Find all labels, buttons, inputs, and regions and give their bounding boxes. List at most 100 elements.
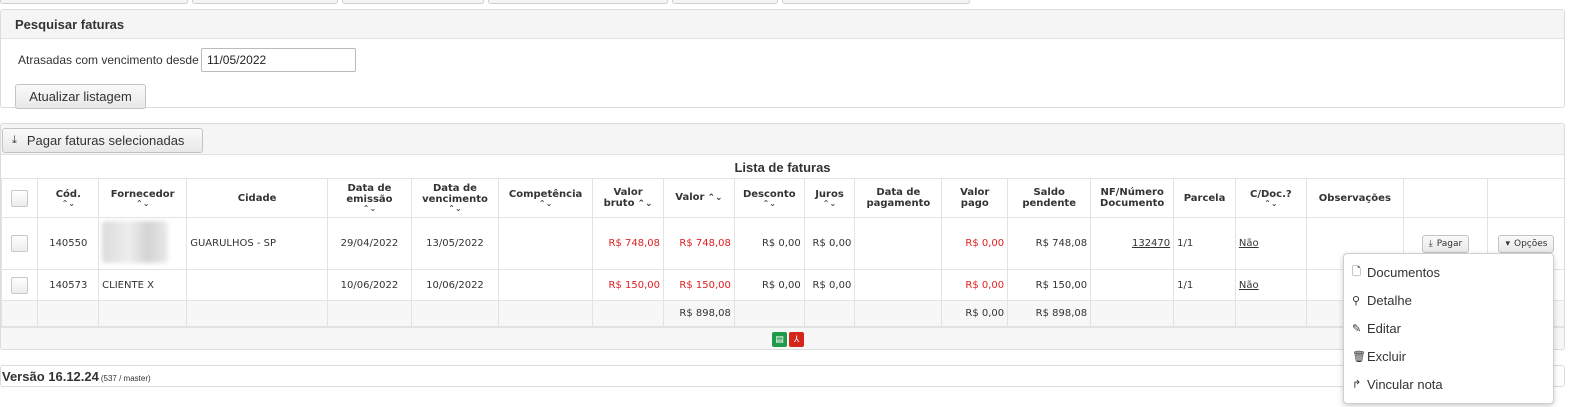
cell-pagamento xyxy=(854,269,943,301)
caret-down-icon: ▾ xyxy=(1505,238,1510,249)
sort-icon: ⌃⌄ xyxy=(538,198,553,208)
header-cidade: Cidade xyxy=(186,178,328,218)
excel-export-icon[interactable]: ▤ xyxy=(772,332,787,347)
pdf-export-icon[interactable]: ⅄ xyxy=(789,332,804,347)
cell-cidade: GUARULHOS - SP xyxy=(186,217,328,270)
cell-valor-bruto: R$ 748,08 xyxy=(592,217,664,270)
menu-item-excluir[interactable]: 🗑 Excluir xyxy=(1344,342,1553,370)
cell-pagamento xyxy=(854,217,943,270)
totals-row: R$ 898,08 R$ 0,00 R$ 898,08 xyxy=(1,300,1564,327)
cell-valor-pago: R$ 0,00 xyxy=(941,269,1009,301)
has-doc-link[interactable]: Não xyxy=(1239,280,1259,291)
total-saldo: R$ 898,08 xyxy=(1007,300,1092,327)
cell-saldo: R$ 748,08 xyxy=(1007,217,1092,270)
sort-icon: ⌃⌄ xyxy=(362,204,377,213)
version-label: Versão 16.12.24 xyxy=(2,369,99,384)
list-action-bar: ⤓ Pagar faturas selecionadas xyxy=(1,124,1564,155)
header-pagamento: Data de pagamento xyxy=(854,178,943,218)
header-cdoc[interactable]: C/Doc.? ⌃⌄ xyxy=(1234,178,1307,218)
version-build: (537 / master) xyxy=(100,374,151,383)
cell-competencia xyxy=(497,269,594,301)
select-all-checkbox[interactable] xyxy=(11,189,29,207)
table-row: 140550 GUARULHOS - SP 29/04/2022 13/05/2… xyxy=(1,217,1564,270)
menu-item-vincular-nota[interactable]: ↱ Vincular nota xyxy=(1344,370,1553,398)
row-select-checkbox[interactable] xyxy=(11,276,29,294)
cell-saldo: R$ 150,00 xyxy=(1007,269,1092,301)
nf-document-link[interactable]: 132470 xyxy=(1132,238,1170,249)
header-emissao[interactable]: Data de emissão ⌃⌄ xyxy=(326,178,412,218)
cell-cod: 140550 xyxy=(37,217,100,270)
pay-selected-label: Pagar faturas selecionadas xyxy=(26,133,185,148)
cell-nf xyxy=(1090,269,1175,301)
total-valor-pago: R$ 0,00 xyxy=(941,300,1009,327)
export-icons: ▤ ⅄ xyxy=(772,332,804,347)
search-panel: Pesquisar faturas Atrasadas com vencimen… xyxy=(0,9,1565,109)
sort-icon: ⌃⌄ xyxy=(637,198,653,209)
search-panel-title: Pesquisar faturas xyxy=(1,10,1564,39)
pay-selected-invoices-button[interactable]: ⤓ Pagar faturas selecionadas xyxy=(2,128,203,153)
cell-cidade xyxy=(186,269,328,301)
sort-icon: ⌃⌄ xyxy=(707,193,723,203)
cell-nf: 132470 xyxy=(1090,217,1175,270)
version-bar: Versão 16.12.24 (537 / master) xyxy=(0,365,1565,387)
cell-parcela: 1/1 xyxy=(1173,269,1236,301)
options-dropdown-menu: 🗋 Documentos ⚲ Detalhe ✎ Editar 🗑 Excluir ↱ V… xyxy=(1343,253,1554,404)
cell-vencimento: 10/06/2022 xyxy=(410,269,500,301)
header-juros[interactable]: Juros ⌃⌄ xyxy=(803,178,856,218)
has-doc-link[interactable]: Não xyxy=(1239,238,1259,249)
cell-juros: R$ 0,00 xyxy=(803,217,856,270)
sort-icon: ⌃⌄ xyxy=(762,198,776,208)
header-valor-bruto[interactable]: Valor bruto ⌃⌄ xyxy=(592,178,664,218)
header-competencia[interactable]: Competência ⌃⌄ xyxy=(497,178,594,218)
overdue-since-date-input[interactable] xyxy=(201,48,356,72)
cell-desconto: R$ 0,00 xyxy=(733,217,805,270)
pay-invoice-button[interactable]: ⤓ Pagar xyxy=(1421,234,1470,253)
cell-parcela: 1/1 xyxy=(1173,217,1236,270)
cell-valor-bruto: R$ 150,00 xyxy=(592,269,664,301)
menu-item-detalhe[interactable]: ⚲ Detalhe xyxy=(1344,287,1553,315)
cell-vencimento: 13/05/2022 xyxy=(410,217,500,270)
refresh-list-button[interactable]: Atualizar listagem xyxy=(15,84,146,109)
magnifier-icon: ⚲ xyxy=(1352,295,1361,308)
header-valor[interactable]: Valor ⌃⌄ xyxy=(663,178,735,218)
cell-fornecedor-blurred xyxy=(98,217,188,270)
download-icon: ⤓ xyxy=(12,134,17,146)
header-vencimento[interactable]: Data de vencimento ⌃⌄ xyxy=(410,178,500,218)
row-select-checkbox[interactable] xyxy=(11,235,29,252)
cell-cdoc: Não xyxy=(1234,217,1307,270)
download-icon: ⤓ xyxy=(1428,238,1433,249)
header-valor-pago: Valor pago xyxy=(941,178,1009,218)
sort-icon: ⌃⌄ xyxy=(61,198,75,208)
top-tab-strip xyxy=(0,0,1584,4)
sort-icon: ⌃⌄ xyxy=(136,198,150,208)
cell-emissao: 29/04/2022 xyxy=(326,217,412,270)
menu-item-editar[interactable]: ✎ Editar xyxy=(1344,315,1553,343)
pencil-icon: ✎ xyxy=(1352,322,1362,335)
options-dropdown-button[interactable]: ▾ Opções xyxy=(1498,234,1555,253)
blurred-supplier-name xyxy=(102,221,169,263)
menu-item-documentos[interactable]: 🗋 Documentos xyxy=(1344,259,1553,287)
header-desconto[interactable]: Desconto ⌃⌄ xyxy=(733,178,805,218)
cell-desconto: R$ 0,00 xyxy=(733,269,805,301)
header-nf: NF/Número Documento xyxy=(1090,178,1175,218)
sort-icon: ⌃⌄ xyxy=(1264,198,1278,208)
sort-icon: ⌃⌄ xyxy=(448,204,462,213)
cell-cdoc: Não xyxy=(1234,269,1307,301)
export-bar: ▤ ⅄ xyxy=(1,327,1564,349)
cell-valor: R$ 748,08 xyxy=(663,217,735,270)
invoice-list-title: Lista de faturas xyxy=(734,160,831,175)
cell-cod: 140573 xyxy=(37,269,100,301)
table-row: 140573 CLIENTE X 10/06/2022 10/06/2022 R… xyxy=(1,269,1564,301)
cell-competencia xyxy=(497,217,594,270)
trash-icon: 🗑 xyxy=(1352,350,1366,363)
header-parcela: Parcela xyxy=(1173,178,1236,218)
link-arrow-icon: ↱ xyxy=(1352,378,1362,391)
invoice-table: Cód. ⌃⌄ Fornecedor ⌃⌄ Cidade Data de emiss… xyxy=(1,178,1564,327)
header-pay-action xyxy=(1402,178,1488,218)
total-valor: R$ 898,08 xyxy=(663,300,735,327)
header-cod[interactable]: Cód. ⌃⌄ xyxy=(37,178,100,218)
header-fornecedor[interactable]: Fornecedor ⌃⌄ xyxy=(98,178,188,218)
cell-juros: R$ 0,00 xyxy=(803,269,856,301)
header-select-all[interactable] xyxy=(1,178,39,218)
cell-valor-pago: R$ 0,00 xyxy=(941,217,1009,270)
